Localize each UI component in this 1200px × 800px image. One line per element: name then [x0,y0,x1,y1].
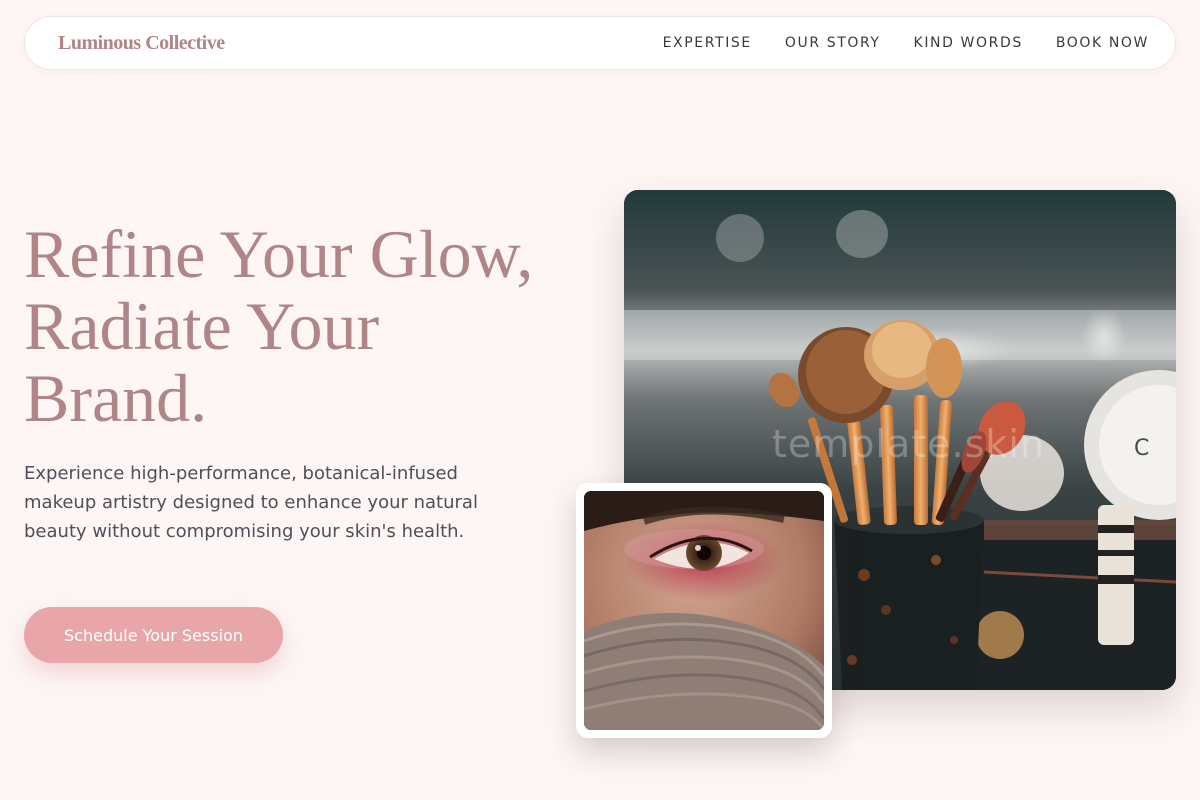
hero-description: Experience high-performance, botanical-i… [24,463,478,542]
nav-links: EXPERTISE OUR STORY KIND WORDS BOOK NOW [663,35,1149,51]
top-navigation: Luminous Collective EXPERTISE OUR STORY … [24,16,1176,70]
hero-title-line-1: Refine Your Glow, [24,216,534,292]
nav-link-book-now[interactable]: BOOK NOW [1056,35,1149,51]
nav-link-our-story[interactable]: OUR STORY [785,35,881,51]
nav-link-expertise[interactable]: EXPERTISE [663,35,752,51]
svg-text:C: C [1134,436,1149,461]
hero-title-line-3: Brand. [24,360,208,436]
hero-title: Refine Your Glow, Radiate Your Brand. [24,218,594,434]
eye-makeup-illustration [584,491,824,730]
nav-link-kind-words[interactable]: KIND WORDS [914,35,1023,51]
eye-makeup-image [584,491,824,730]
brand-logo[interactable]: Luminous Collective [58,32,225,55]
schedule-session-button[interactable]: Schedule Your Session [24,607,283,663]
eye-makeup-image-card [576,483,832,738]
hero-title-line-2: Radiate Your [24,288,380,364]
image-watermark: template.skin [772,422,1046,466]
